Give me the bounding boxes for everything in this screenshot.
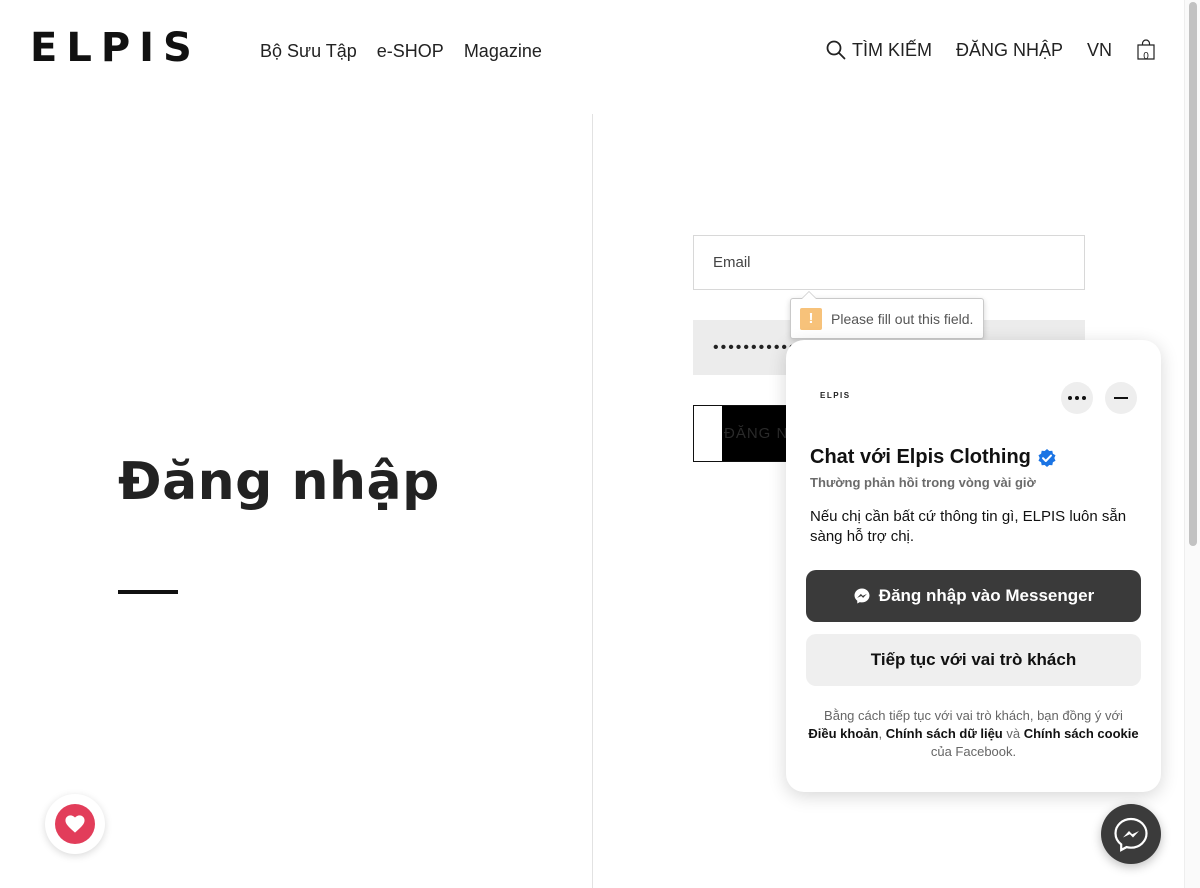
wishlist-button[interactable] <box>45 794 105 854</box>
language-switcher[interactable]: VN <box>1087 38 1112 62</box>
language-label: VN <box>1086 40 1112 60</box>
page-title: Đăng nhập <box>118 452 440 512</box>
messenger-chat-button[interactable] <box>1101 804 1161 864</box>
validation-message: Please fill out this field. <box>831 310 974 327</box>
more-dot-icon <box>1068 396 1072 400</box>
cookie-policy-link[interactable]: Chính sách cookie <box>1024 726 1139 741</box>
nav-item-magazine[interactable]: Magazine <box>464 40 542 62</box>
terms-link[interactable]: Điều khoản <box>808 726 878 741</box>
site-logo[interactable]: ELPIS <box>30 28 201 68</box>
welcome-message: Nếu chị cần bất cứ thông tin gì, ELPIS l… <box>810 508 1127 545</box>
email-field[interactable] <box>693 235 1085 290</box>
search-icon <box>826 40 846 60</box>
chat-title: Chat với Elpis Clothing <box>810 446 1057 469</box>
verified-badge-icon <box>1038 448 1056 467</box>
guest-continue-button[interactable]: Tiếp tục với vai trò khách <box>806 634 1141 686</box>
legal-notice: Bằng cách tiếp tục với vai trò khách, bạ… <box>806 707 1141 761</box>
more-dot-icon <box>1075 396 1079 400</box>
search-link[interactable]: TÌM KIẾM <box>826 38 932 62</box>
validation-tooltip: ! Please fill out this field. <box>790 291 984 339</box>
main-nav: Bộ Sưu Tập e-SHOP Magazine <box>260 40 542 62</box>
legal-prefix: Bằng cách tiếp tục với vai trò khách, bạ… <box>824 708 1123 723</box>
cart-count: 0 <box>1143 51 1149 62</box>
site-header: ELPIS Bộ Sưu Tập e-SHOP Magazine TÌM KIẾ… <box>0 0 1184 100</box>
login-label: ĐĂNG NHẬP <box>955 40 1063 60</box>
column-divider <box>592 114 593 888</box>
login-link[interactable]: ĐĂNG NHẬP <box>956 38 1063 62</box>
legal-and: và <box>1002 726 1024 741</box>
cart-button[interactable]: 0 <box>1136 39 1156 62</box>
chat-widget: ELPIS Chat với Elpis Clothing Thường phả… <box>786 340 1161 792</box>
messenger-login-button[interactable]: Đăng nhập vào Messenger <box>806 570 1141 622</box>
messenger-icon <box>1114 817 1148 852</box>
heart-badge <box>55 804 95 844</box>
guest-continue-label: Tiếp tục với vai trò khách <box>870 650 1077 669</box>
messenger-icon <box>854 588 870 604</box>
chat-brand-logo: ELPIS <box>820 391 851 400</box>
nav-item-eshop[interactable]: e-SHOP <box>377 40 444 62</box>
more-dot-icon <box>1082 396 1086 400</box>
heart-icon <box>65 815 85 833</box>
warning-icon: ! <box>800 307 822 330</box>
search-label: TÌM KIẾM <box>851 40 932 60</box>
chat-title-text: Chat với Elpis Clothing <box>810 446 1031 468</box>
messenger-login-label: Đăng nhập vào Messenger <box>878 586 1095 605</box>
response-time: Thường phản hồi trong vòng vài giờ <box>810 475 1036 490</box>
header-actions: TÌM KIẾM ĐĂNG NHẬP VN 0 <box>826 38 1156 62</box>
legal-separator: , <box>878 726 886 741</box>
data-policy-link[interactable]: Chính sách dữ liệu <box>886 726 1003 741</box>
more-options-button[interactable] <box>1061 382 1093 414</box>
scrollbar-thumb[interactable] <box>1189 2 1197 546</box>
page-scrollbar[interactable] <box>1184 0 1200 888</box>
minimize-button[interactable] <box>1105 382 1137 414</box>
legal-suffix: của Facebook. <box>930 744 1017 759</box>
title-underline <box>118 590 178 594</box>
nav-item-collections[interactable]: Bộ Sưu Tập <box>260 40 357 62</box>
